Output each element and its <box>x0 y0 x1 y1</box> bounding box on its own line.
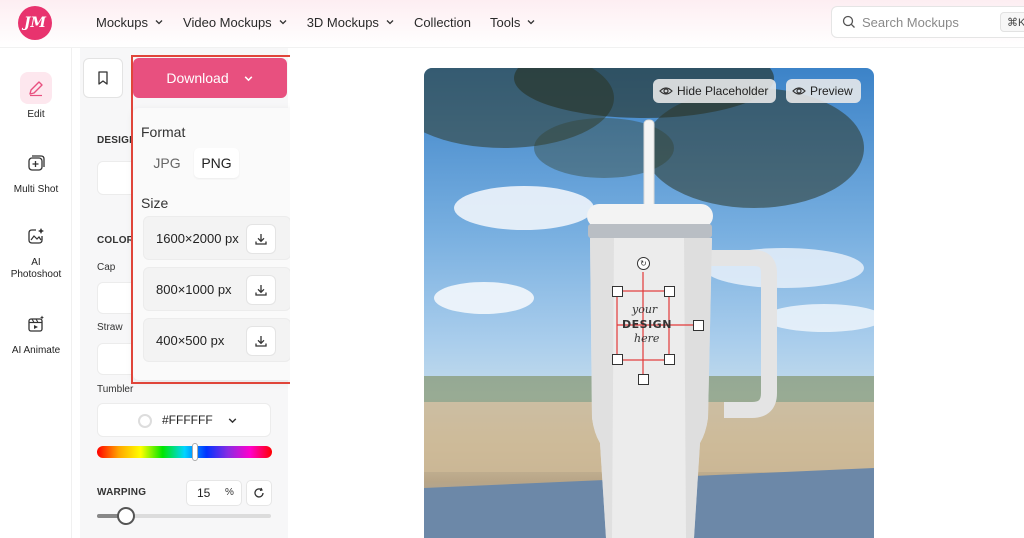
nav-item-collection[interactable]: Collection <box>414 15 471 30</box>
logo[interactable]: JM <box>18 6 52 40</box>
resize-handle-bottom-right[interactable] <box>664 354 675 365</box>
pencil-icon <box>20 72 52 104</box>
ai-photoshoot-icon <box>20 220 52 252</box>
placeholder-text-line: your <box>632 303 658 316</box>
resize-handle-bottom[interactable] <box>638 374 649 385</box>
multi-shot-icon <box>20 147 52 179</box>
nav-label: 3D Mockups <box>306 14 379 30</box>
search-shortcut: ⌘K <box>1000 12 1024 32</box>
resize-handle-bottom-left[interactable] <box>612 354 623 365</box>
chevron-down-icon <box>155 20 163 25</box>
preview-button[interactable]: Preview <box>786 79 861 103</box>
nav-label: Video Mockups <box>183 14 272 30</box>
tumbler-color-select[interactable]: #FFFFFF <box>97 403 271 437</box>
search-icon <box>842 15 855 28</box>
tumbler-label: Tumbler <box>97 384 134 395</box>
nav-item-tools[interactable]: Tools <box>490 15 536 30</box>
straw-label: Straw <box>97 322 123 333</box>
sidebar-item-ai-animate[interactable]: AI Animate <box>0 308 72 357</box>
logo-text: JM <box>23 15 47 31</box>
nav-item-mockups[interactable]: Mockups <box>96 15 164 30</box>
warping-reset-button[interactable] <box>246 480 272 506</box>
tool-sidebar: Edit Multi Shot AI Photoshoot AI Animate <box>0 48 72 538</box>
chevron-down-icon <box>228 417 236 423</box>
chevron-down-icon <box>279 20 287 25</box>
nav-item-3d-mockups[interactable]: 3D Mockups <box>307 15 395 30</box>
sidebar-item-label: Edit <box>27 109 45 120</box>
nav-item-video-mockups[interactable]: Video Mockups <box>183 15 288 30</box>
placeholder-text-line: DESIGN <box>622 318 672 331</box>
sidebar-item-multi-shot[interactable]: Multi Shot <box>0 147 72 196</box>
warping-value: 15 <box>197 486 211 500</box>
rotate-handle[interactable]: ↻ <box>637 257 650 270</box>
nav-label: Tools <box>490 14 521 30</box>
sidebar-item-edit[interactable]: Edit <box>0 72 72 121</box>
search-box[interactable]: ⌘K <box>831 6 1024 38</box>
preview-label: Preview <box>810 84 853 98</box>
bookmark-icon <box>98 71 108 85</box>
hide-placeholder-label: Hide Placeholder <box>677 84 769 98</box>
hide-placeholder-button[interactable]: Hide Placeholder <box>653 79 777 103</box>
colors-section-label: COLOR <box>97 235 135 246</box>
resize-handle-right[interactable] <box>693 320 704 331</box>
bookmark-button[interactable] <box>83 58 123 98</box>
reset-icon <box>254 487 264 498</box>
tumbler-color-value: #FFFFFF <box>162 413 213 427</box>
search-input[interactable] <box>862 14 1002 30</box>
sidebar-item-label: Multi Shot <box>13 184 59 195</box>
sidebar-item-ai-photoshoot[interactable]: AI Photoshoot <box>0 220 72 281</box>
placeholder-text-line: here <box>634 332 660 345</box>
hue-slider-handle[interactable] <box>192 443 198 461</box>
warping-unit: % <box>225 487 234 498</box>
warping-slider-knob[interactable] <box>116 507 135 525</box>
resize-handle-top-left[interactable] <box>612 286 623 297</box>
main-nav: Mockups Video Mockups 3D Mockups Collect… <box>96 0 555 44</box>
nav-label: Mockups <box>96 14 149 30</box>
chevron-down-icon <box>386 20 394 25</box>
sidebar-item-label: AI Photoshoot <box>10 257 62 280</box>
sidebar-item-label: AI Animate <box>11 345 61 356</box>
highlight-annotation-box <box>131 55 315 384</box>
hue-slider-track[interactable] <box>97 446 272 458</box>
color-swatch <box>138 414 152 428</box>
ai-animate-icon <box>20 308 52 340</box>
eye-icon <box>659 87 673 95</box>
nav-label: Collection <box>413 14 472 30</box>
cap-label: Cap <box>97 262 116 273</box>
warping-label: WARPING <box>97 487 147 498</box>
chevron-down-icon <box>527 20 535 25</box>
eye-icon <box>792 87 806 95</box>
top-nav-bar: JM Mockups Video Mockups 3D Mockups Coll… <box>0 0 1024 48</box>
resize-handle-top-right[interactable] <box>664 286 675 297</box>
